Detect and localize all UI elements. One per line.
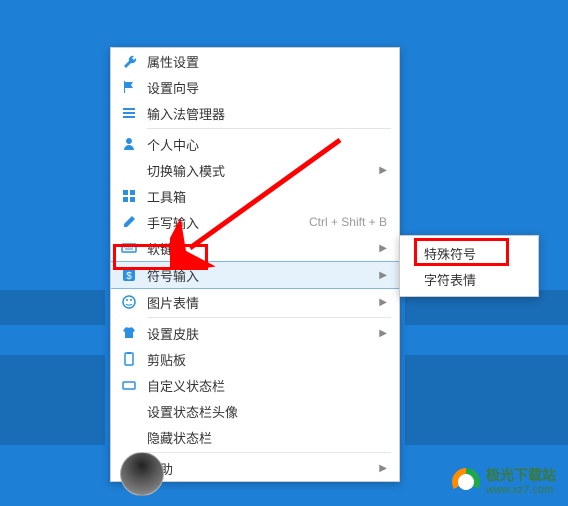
- symbol-icon: $: [119, 265, 139, 285]
- watermark-title: 极光下载站: [486, 468, 556, 483]
- menu-item-custom-statusbar[interactable]: 自定义状态栏: [111, 372, 399, 398]
- smile-icon: [119, 292, 139, 312]
- menu-item-clipboard[interactable]: 剪贴板: [111, 346, 399, 372]
- menu-item-shortcut: Ctrl + Shift + B: [309, 215, 387, 229]
- blank-icon: [119, 160, 139, 180]
- menu-item-properties[interactable]: 属性设置: [111, 48, 399, 74]
- chevron-right-icon: ▶: [379, 165, 387, 176]
- submenu-item-char-emoji[interactable]: 字符表情: [400, 266, 538, 292]
- watermark: 极光下载站 www.xz7.com: [452, 468, 556, 496]
- menu-divider: [147, 317, 391, 318]
- menu-item-label: 符号输入: [147, 266, 373, 285]
- menu-item-label: 剪贴板: [147, 350, 387, 369]
- shirt-icon: [119, 323, 139, 343]
- menu-item-setup-wizard[interactable]: 设置向导: [111, 74, 399, 100]
- list-icon: [119, 103, 139, 123]
- blank-icon: [119, 401, 139, 421]
- clipboard-icon: [119, 349, 139, 369]
- submenu-item-label: 字符表情: [424, 270, 476, 289]
- menu-item-symbol-input[interactable]: $ 符号输入 ▶: [111, 261, 399, 289]
- statusbar-avatar[interactable]: [120, 452, 164, 496]
- menu-item-label: 隐藏状态栏: [147, 428, 387, 447]
- desktop-shadow: [405, 355, 568, 445]
- menu-item-label: 手写输入: [147, 213, 309, 232]
- menu-item-label: 输入法管理器: [147, 104, 387, 123]
- watermark-logo-icon: [452, 468, 480, 496]
- menu-item-label: 属性设置: [147, 52, 387, 71]
- menu-item-ime-manager[interactable]: 输入法管理器: [111, 100, 399, 126]
- menu-item-label: 设置向导: [147, 78, 387, 97]
- menu-item-handwriting[interactable]: 手写输入 Ctrl + Shift + B: [111, 209, 399, 235]
- wrench-icon: [119, 51, 139, 71]
- person-icon: [119, 134, 139, 154]
- menu-item-label: 图片表情: [147, 293, 373, 312]
- pen-icon: [119, 212, 139, 232]
- keyboard-icon: [119, 238, 139, 258]
- submenu-item-special-symbols[interactable]: 特殊符号: [400, 240, 538, 266]
- svg-text:$: $: [126, 271, 132, 282]
- menu-item-label: 设置状态栏头像: [147, 402, 387, 421]
- chevron-right-icon: ▶: [379, 270, 387, 281]
- chevron-right-icon: ▶: [379, 297, 387, 308]
- menu-item-emoji[interactable]: 图片表情 ▶: [111, 289, 399, 315]
- menu-item-label: 自定义状态栏: [147, 376, 387, 395]
- symbol-submenu: 特殊符号 字符表情: [399, 235, 539, 297]
- grid-icon: [119, 186, 139, 206]
- menu-divider: [147, 128, 391, 129]
- flag-icon: [119, 77, 139, 97]
- menu-item-statusbar-avatar[interactable]: 设置状态栏头像: [111, 398, 399, 424]
- blank-icon: [119, 427, 139, 447]
- menu-item-switch-mode[interactable]: 切换输入模式 ▶: [111, 157, 399, 183]
- menu-item-softkeyboard[interactable]: 软键盘 ▶: [111, 235, 399, 261]
- context-menu: 属性设置 设置向导 输入法管理器 个人中心 切换输入模式 ▶ 工具箱 手写输入 …: [110, 47, 400, 482]
- tray-icon: [119, 375, 139, 395]
- menu-item-hide-statusbar[interactable]: 隐藏状态栏: [111, 424, 399, 450]
- submenu-item-label: 特殊符号: [424, 244, 476, 263]
- menu-item-skin[interactable]: 设置皮肤 ▶: [111, 320, 399, 346]
- menu-item-label: 帮助: [147, 459, 373, 478]
- menu-item-toolbox[interactable]: 工具箱: [111, 183, 399, 209]
- menu-item-label: 个人中心: [147, 135, 387, 154]
- desktop-shadow: [0, 290, 105, 325]
- chevron-right-icon: ▶: [379, 328, 387, 339]
- menu-item-label: 软键盘: [147, 239, 373, 258]
- chevron-right-icon: ▶: [379, 463, 387, 474]
- chevron-right-icon: ▶: [379, 243, 387, 254]
- menu-item-label: 切换输入模式: [147, 161, 373, 180]
- menu-item-label: 设置皮肤: [147, 324, 373, 343]
- menu-item-user-center[interactable]: 个人中心: [111, 131, 399, 157]
- menu-divider: [147, 452, 391, 453]
- watermark-url: www.xz7.com: [486, 484, 556, 496]
- desktop-shadow: [0, 355, 105, 445]
- menu-item-label: 工具箱: [147, 187, 387, 206]
